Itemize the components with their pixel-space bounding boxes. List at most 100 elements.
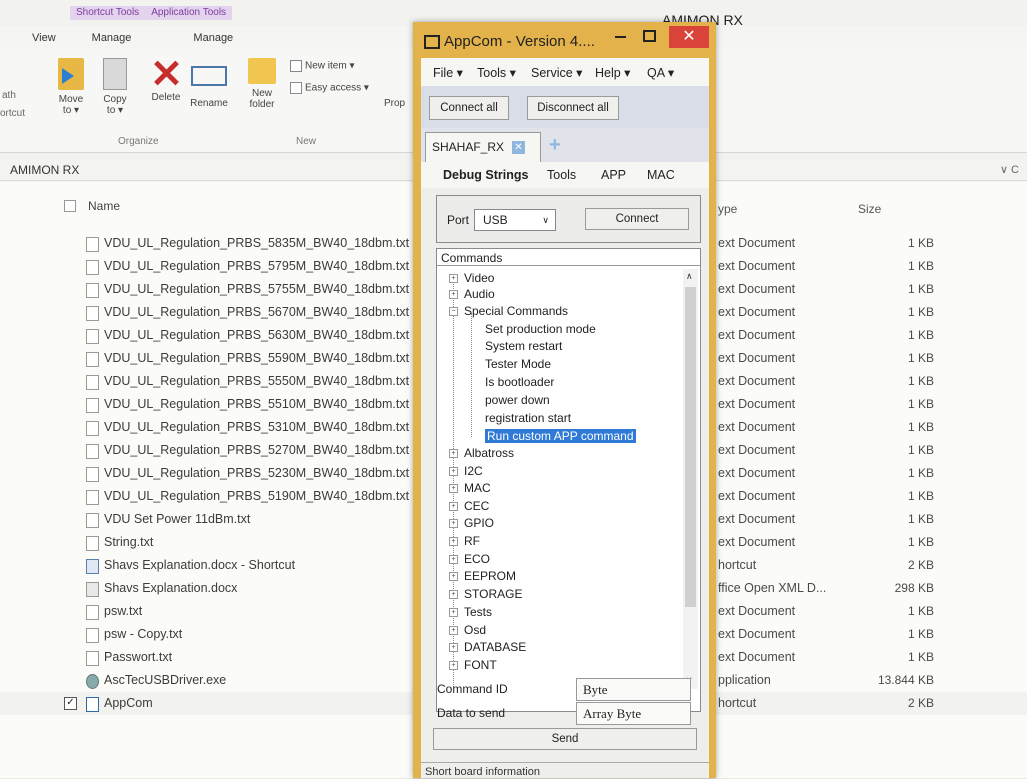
file-name: VDU_UL_Regulation_PRBS_5630M_BW40_18dbm.… [104, 328, 410, 342]
expand-icon[interactable]: + [449, 572, 458, 582]
minimize-icon[interactable] [615, 36, 626, 38]
appcom-shortcut-icon [86, 697, 99, 712]
tree-node-video[interactable]: + Video [449, 271, 494, 285]
port-value: USB [483, 213, 508, 227]
tab-tools[interactable]: Tools [547, 168, 576, 182]
tab-close-icon[interactable]: ✕ [512, 141, 525, 154]
tree-node-font[interactable]: + FONT [449, 658, 497, 672]
file-size: 1 KB [907, 535, 934, 549]
command-id-field[interactable]: Byte [576, 678, 691, 701]
expand-icon[interactable]: + [449, 274, 458, 284]
rename-label: Rename [190, 98, 228, 109]
text-file-icon [86, 605, 99, 620]
expand-icon[interactable]: + [449, 608, 458, 618]
expand-icon[interactable]: + [449, 290, 458, 300]
file-size: 1 KB [907, 650, 934, 664]
expand-icon[interactable]: + [449, 643, 458, 653]
tree-node-storage[interactable]: + STORAGE [449, 587, 522, 601]
expand-icon[interactable]: + [449, 467, 458, 477]
tree-node-special-commands[interactable]: − Special Commands [449, 304, 568, 318]
text-file-icon [86, 237, 99, 252]
tree-leaf-set-production-mode[interactable]: Set production mode [485, 322, 596, 336]
expand-icon[interactable]: + [449, 484, 458, 494]
port-select[interactable]: USB ∨ [474, 209, 556, 231]
new-folder-button[interactable]: New folder [244, 58, 280, 110]
data-to-send-field[interactable]: Array Byte [576, 702, 691, 725]
tree-node-osd[interactable]: + Osd [449, 623, 486, 637]
disconnect-all-button[interactable]: Disconnect all [527, 96, 619, 120]
delete-button[interactable]: Delete [146, 58, 186, 103]
column-size-header[interactable]: Size [858, 202, 881, 216]
tab-shahaf-rx[interactable]: SHAHAF_RX ✕ [425, 132, 541, 163]
expand-icon[interactable]: + [449, 449, 458, 459]
tree-leaf-is-bootloader[interactable]: Is bootloader [485, 375, 554, 389]
connect-button[interactable]: Connect [585, 208, 689, 230]
row-checkbox[interactable]: ✓ [64, 697, 77, 710]
appcom-title: AppCom - Version 4.... [444, 33, 595, 50]
tree-node-eco[interactable]: + ECO [449, 552, 490, 566]
tab-manage-application[interactable]: Manage [145, 26, 247, 48]
expand-icon[interactable]: + [449, 537, 458, 547]
tree-leaf-registration-start[interactable]: registration start [485, 411, 571, 425]
collapse-icon[interactable]: − [449, 307, 458, 317]
tab-manage-shortcut[interactable]: Manage [70, 26, 146, 48]
tree-node-eeprom[interactable]: + EEPROM [449, 569, 516, 583]
move-to-button[interactable]: Move to ▾ [54, 58, 88, 116]
menu-help[interactable]: Help ▾ [595, 65, 630, 80]
connect-all-button[interactable]: Connect all [429, 96, 509, 120]
shortcut-tools-tab[interactable]: Shortcut Tools [70, 6, 146, 20]
expand-icon[interactable]: + [449, 661, 458, 671]
scroll-thumb[interactable] [685, 287, 696, 607]
group-new-label: New [296, 136, 317, 147]
file-size: 1 KB [907, 305, 934, 319]
expand-icon[interactable]: + [449, 555, 458, 565]
tab-app[interactable]: APP [601, 168, 626, 182]
tree-node-albatross[interactable]: + Albatross [449, 446, 514, 460]
menu-tools[interactable]: Tools ▾ [477, 65, 516, 80]
tree-node-i2c[interactable]: + I2C [449, 464, 483, 478]
menu-file[interactable]: File ▾ [433, 65, 463, 80]
device-tabbar: SHAHAF_RX ✕ + [421, 128, 709, 163]
properties-button[interactable]: Prop [384, 98, 405, 109]
close-icon[interactable]: ✕ [669, 26, 709, 48]
tree-node-mac[interactable]: + MAC [449, 481, 491, 495]
tree-node-tests[interactable]: + Tests [449, 605, 492, 619]
send-button[interactable]: Send [433, 728, 697, 750]
tree-leaf-system-restart[interactable]: System restart [485, 339, 562, 353]
address-refresh[interactable]: ∨ C [1000, 163, 1019, 176]
menu-service[interactable]: Service ▾ [531, 65, 582, 80]
easy-access-button[interactable]: Easy access ▾ [290, 82, 369, 94]
expand-icon[interactable]: + [449, 626, 458, 636]
tree-node-audio[interactable]: + Audio [449, 287, 495, 301]
new-item-label: New item ▾ [305, 60, 355, 72]
text-file-icon [86, 306, 99, 321]
expand-icon[interactable]: + [449, 590, 458, 600]
tab-mac[interactable]: MAC [647, 168, 675, 182]
file-type: ext Document [718, 535, 796, 549]
file-size: 1 KB [907, 420, 934, 434]
tree-node-cec[interactable]: + CEC [449, 499, 489, 513]
tree-scrollbar[interactable]: ∧ ∨ [683, 269, 698, 689]
select-all-checkbox[interactable] [64, 200, 76, 212]
column-name-header[interactable]: Name [88, 199, 120, 213]
maximize-icon[interactable] [643, 30, 656, 42]
tree-leaf-tester-mode[interactable]: Tester Mode [485, 357, 551, 371]
tree-node-rf[interactable]: + RF [449, 534, 480, 548]
expand-icon[interactable]: + [449, 519, 458, 529]
tree-node-gpio[interactable]: + GPIO [449, 516, 494, 530]
tree-node-database[interactable]: + DATABASE [449, 640, 526, 654]
copy-to-button[interactable]: Copy to ▾ [98, 58, 132, 116]
add-tab-icon[interactable]: + [549, 135, 561, 155]
tab-debug-strings[interactable]: Debug Strings [443, 168, 528, 182]
tree-leaf-power-down[interactable]: power down [485, 393, 550, 407]
scroll-up-icon[interactable]: ∧ [686, 271, 693, 282]
expand-icon[interactable]: + [449, 502, 458, 512]
rename-button[interactable]: Rename [186, 58, 232, 109]
menu-qa[interactable]: QA ▾ [647, 65, 674, 80]
tab-view[interactable]: View [0, 26, 70, 48]
column-type-header[interactable]: ype [718, 202, 737, 216]
tree-leaf-run-custom-app-command[interactable]: Run custom APP command [485, 429, 636, 443]
application-tools-tab[interactable]: Application Tools [145, 6, 233, 20]
new-item-button[interactable]: New item ▾ [290, 60, 354, 72]
appcom-titlebar[interactable]: AppCom - Version 4.... ✕ [413, 22, 716, 58]
